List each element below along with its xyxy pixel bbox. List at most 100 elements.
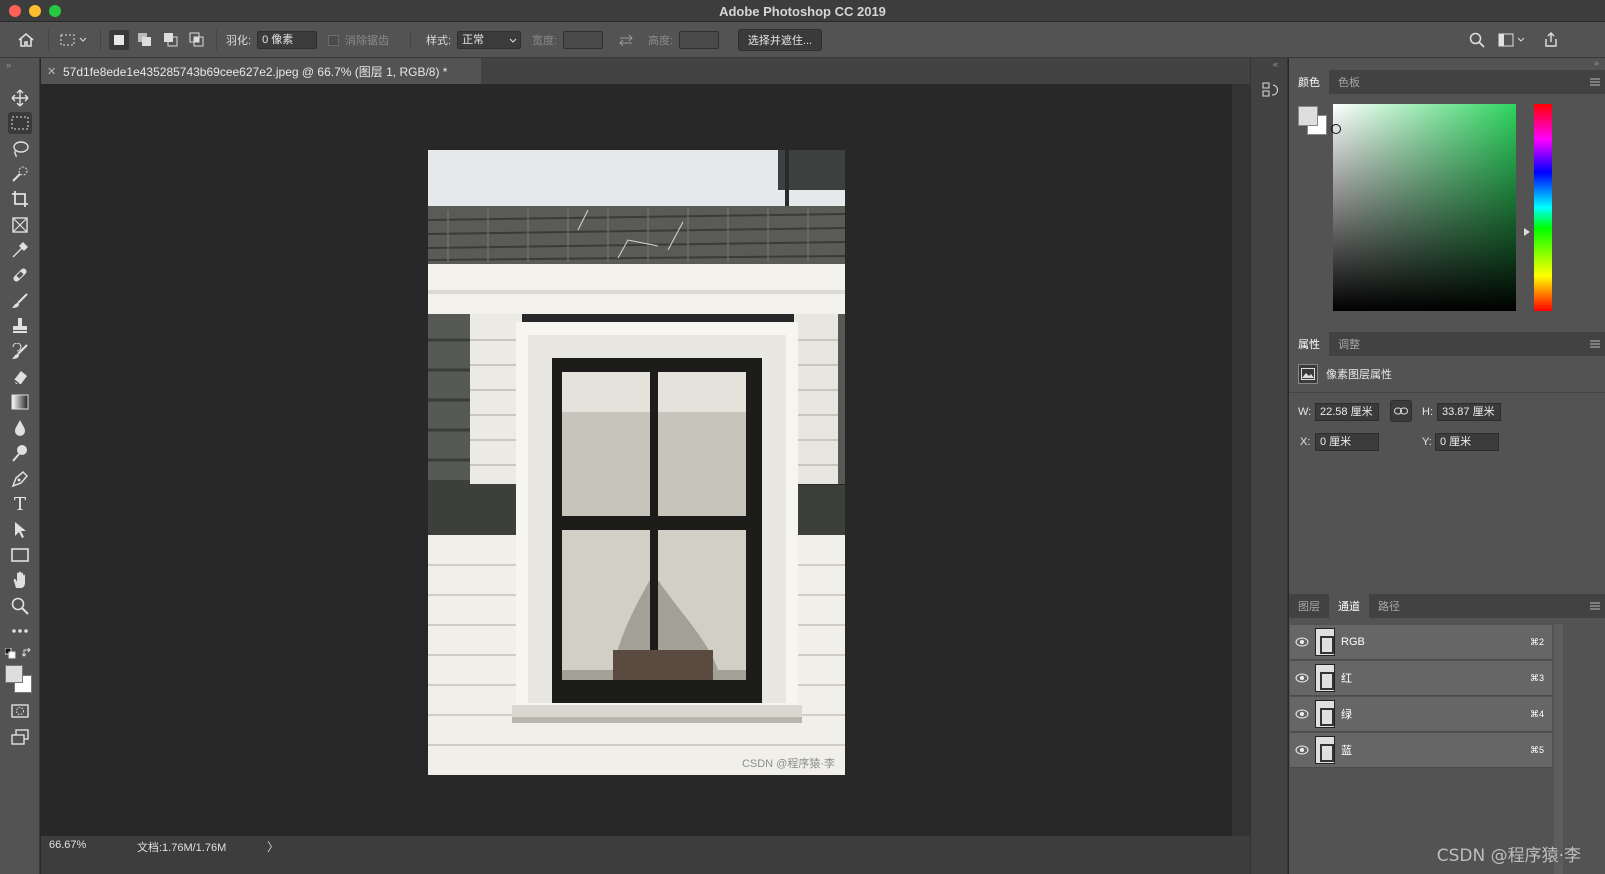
rectangle-tool[interactable] (8, 544, 32, 566)
tab-adjustments[interactable]: 调整 (1329, 332, 1369, 356)
screen-mode-button[interactable] (8, 726, 32, 748)
path-selection-tool[interactable] (8, 519, 32, 541)
color-picker-cursor[interactable] (1331, 124, 1341, 134)
gradient-tool[interactable] (8, 391, 32, 413)
vertical-scrollbar[interactable] (1232, 84, 1250, 836)
subtract-from-selection-button[interactable] (161, 30, 181, 50)
eye-icon[interactable] (1290, 697, 1314, 732)
height-input[interactable] (679, 31, 720, 49)
eye-icon[interactable] (1290, 625, 1314, 660)
tab-color[interactable]: 颜色 (1289, 70, 1329, 94)
pen-tool[interactable] (8, 468, 32, 490)
right-panels: » 颜色 色板 属性 调整 像素图层属性 W: 22.58 厘米 H: 33.8… (1289, 58, 1605, 874)
eyedropper-tool[interactable] (8, 239, 32, 261)
clone-stamp-tool[interactable] (8, 315, 32, 337)
marquee-tool[interactable] (8, 112, 32, 134)
channel-name: RGB (1341, 636, 1365, 648)
frame-tool[interactable] (8, 214, 32, 236)
history-panel-button[interactable] (1260, 80, 1280, 100)
type-tool[interactable]: T (8, 493, 32, 515)
panel-menu-icon[interactable] (1589, 76, 1601, 88)
zoom-tool[interactable] (8, 595, 32, 617)
tool-preset-picker[interactable] (58, 30, 88, 50)
channel-row-rgb[interactable]: RGB ⌘2 (1290, 625, 1552, 660)
channels-scrollbar[interactable] (1554, 624, 1563, 874)
status-menu-arrow[interactable]: 〉 (267, 838, 279, 855)
stamp-icon (13, 318, 27, 333)
new-selection-button[interactable] (109, 30, 129, 50)
history-brush-tool[interactable] (8, 341, 32, 363)
chevron-down-icon (78, 30, 88, 50)
share-icon[interactable] (1541, 30, 1561, 50)
hue-slider[interactable] (1534, 104, 1552, 311)
width-label: 宽度: (532, 35, 558, 47)
divider (410, 30, 411, 50)
options-bar: 羽化: 0 像素 消除锯齿 样式: 正常 宽度: 高度: 选择并遮住... (0, 22, 1605, 58)
swap-dimensions-icon[interactable] (616, 30, 636, 50)
eraser-tool[interactable] (8, 366, 32, 388)
tab-swatches[interactable]: 色板 (1329, 70, 1369, 94)
link-dimensions-button[interactable] (1390, 400, 1412, 422)
eye-icon[interactable] (1290, 733, 1314, 768)
panel-menu-icon[interactable] (1589, 600, 1601, 612)
select-and-mask-button[interactable]: 选择并遮住... (738, 29, 822, 51)
workspace-button[interactable] (1496, 30, 1526, 50)
more-tools[interactable] (8, 620, 32, 642)
tab-layers[interactable]: 图层 (1289, 594, 1329, 618)
status-bar: 66.67% 文档:1.76M/1.76M 〉 (41, 836, 1250, 874)
feather-input[interactable]: 0 像素 (257, 31, 318, 49)
home-button[interactable] (16, 30, 36, 50)
collapse-toolbox-icon[interactable]: » (6, 60, 11, 70)
title-bar: Adobe Photoshop CC 2019 (0, 0, 1605, 22)
blur-tool[interactable] (8, 417, 32, 439)
hand-tool[interactable] (8, 569, 32, 591)
color-panel-tabs: 颜色 色板 (1289, 70, 1605, 94)
intersect-selection-button[interactable] (187, 30, 207, 50)
channel-shortcut: ⌘5 (1529, 744, 1544, 755)
divider (1289, 392, 1605, 393)
foreground-color-swatch[interactable] (1298, 106, 1318, 126)
canvas-area[interactable]: CSDN @程序猿·李 (41, 84, 1232, 836)
foreground-color-swatch-top[interactable] (5, 665, 23, 683)
crop-tool[interactable] (8, 188, 32, 210)
divider (48, 30, 49, 50)
quick-mask-button[interactable] (8, 700, 32, 722)
lasso-tool[interactable] (8, 138, 32, 160)
tab-paths[interactable]: 路径 (1369, 594, 1409, 618)
panel-menu-icon[interactable] (1589, 338, 1601, 350)
channel-row-red[interactable]: 红 ⌘3 (1290, 661, 1552, 696)
height-field[interactable]: 33.87 厘米 (1437, 403, 1501, 421)
brush-tool[interactable] (8, 290, 32, 312)
lasso-icon (13, 141, 29, 158)
quick-selection-tool[interactable] (8, 163, 32, 185)
move-tool[interactable] (8, 87, 32, 109)
add-to-selection-button[interactable] (135, 30, 155, 50)
zoom-level[interactable]: 66.67% (49, 839, 86, 851)
tab-properties[interactable]: 属性 (1289, 332, 1329, 356)
document-tab[interactable]: ✕ 57d1fe8ede1e435285743b69cee627e2.jpeg … (41, 58, 481, 84)
y-label: Y: (1422, 436, 1432, 448)
style-select[interactable]: 正常 (457, 31, 522, 49)
antialias-checkbox[interactable] (328, 34, 339, 46)
width-input[interactable] (563, 31, 604, 49)
x-field[interactable]: 0 厘米 (1315, 433, 1379, 451)
collapse-dock-icon[interactable]: « (1273, 59, 1278, 69)
channel-row-green[interactable]: 绿 ⌘4 (1290, 697, 1552, 732)
hue-slider-marker[interactable] (1524, 228, 1530, 236)
tab-channels[interactable]: 通道 (1329, 594, 1369, 618)
collapse-panels-icon[interactable]: » (1594, 58, 1599, 68)
search-icon[interactable] (1467, 30, 1487, 50)
swap-colors-icon[interactable] (21, 647, 34, 663)
default-colors-icon[interactable] (4, 647, 17, 663)
channel-row-blue[interactable]: 蓝 ⌘5 (1290, 733, 1552, 768)
close-icon[interactable]: ✕ (47, 65, 63, 78)
y-field[interactable]: 0 厘米 (1435, 433, 1499, 451)
document-tab-title: 57d1fe8ede1e435285743b69cee627e2.jpeg @ … (63, 64, 448, 79)
dodge-tool[interactable] (8, 442, 32, 464)
eye-icon[interactable] (1290, 661, 1314, 696)
width-label: W: (1298, 406, 1312, 418)
color-field[interactable] (1333, 104, 1516, 311)
healing-brush-tool[interactable] (8, 264, 32, 286)
width-field[interactable]: 22.58 厘米 (1315, 403, 1379, 421)
document-image[interactable]: CSDN @程序猿·李 (428, 150, 845, 775)
